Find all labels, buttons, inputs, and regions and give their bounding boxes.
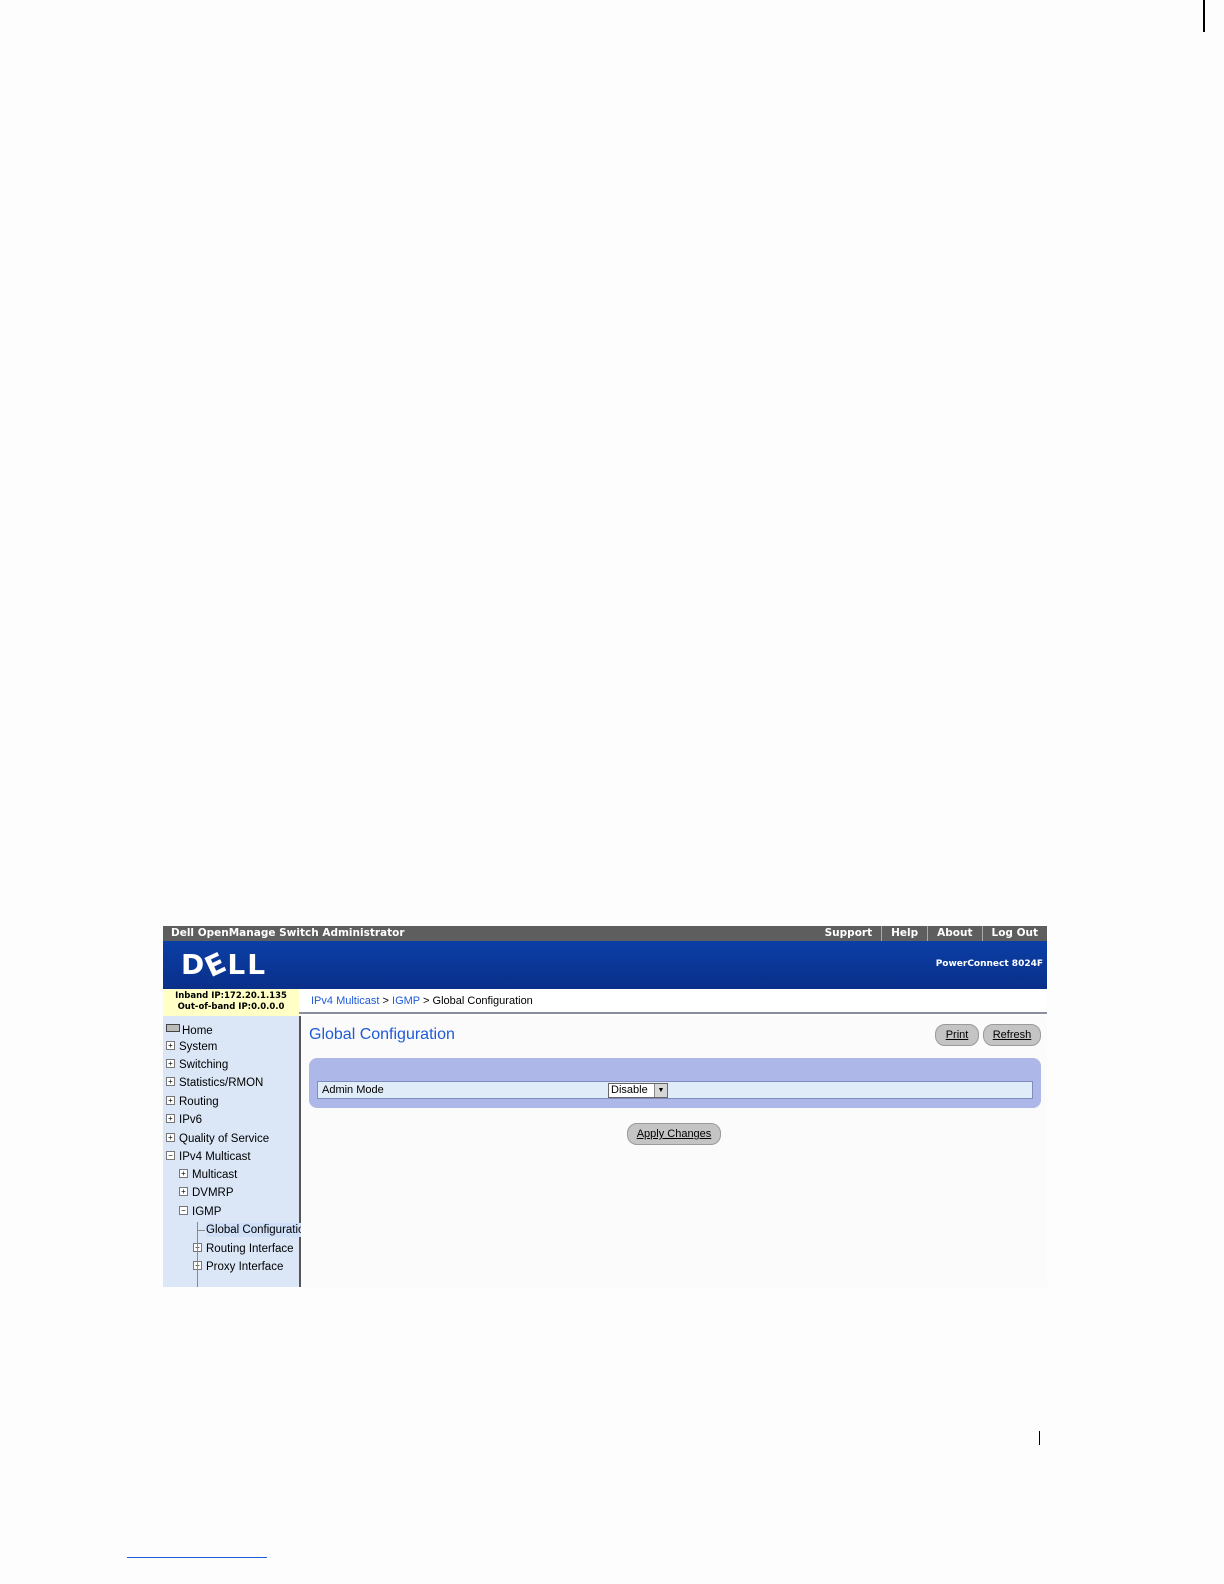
main-content: Global Configuration Print Refresh Admin…: [301, 1016, 1047, 1287]
brand-banner: DELL PowerConnect 8024F: [163, 941, 1047, 989]
breadcrumb-separator: >: [382, 995, 389, 1007]
breadcrumb-ipv4-multicast[interactable]: IPv4 Multicast: [311, 995, 379, 1007]
expand-icon[interactable]: +: [166, 1041, 175, 1050]
expand-icon[interactable]: +: [166, 1059, 175, 1068]
nav-item-statistics[interactable]: + Statistics/RMON: [166, 1076, 263, 1090]
admin-mode-select[interactable]: Disable ▼: [608, 1083, 668, 1098]
dell-logo: DELL: [181, 945, 268, 984]
about-link[interactable]: About: [927, 926, 981, 941]
nav-item-dvmrp[interactable]: + DVMRP: [179, 1186, 234, 1200]
expand-icon[interactable]: +: [166, 1077, 175, 1086]
page-title: Global Configuration: [309, 1026, 455, 1043]
admin-mode-row: Admin Mode Disable ▼: [317, 1081, 1033, 1099]
ip-info: Inband IP:172.20.1.135 Out-of-band IP:0.…: [163, 989, 299, 1016]
app-title: Dell OpenManage Switch Administrator: [171, 927, 405, 939]
support-link[interactable]: Support: [816, 926, 881, 941]
inband-ip: Inband IP:172.20.1.135: [175, 991, 287, 1001]
navigation-tree: Home + System + Switching + Statistics/RMON…: [163, 1016, 311, 1287]
breadcrumb-separator: >: [423, 995, 430, 1007]
nav-item-switching[interactable]: + Switching: [166, 1058, 228, 1072]
nav-item-routing-interface[interactable]: +Routing Interface: [193, 1242, 294, 1256]
title-bar: Dell OpenManage Switch Administrator Sup…: [163, 926, 1047, 941]
breadcrumb-igmp[interactable]: IGMP: [392, 995, 420, 1007]
nav-item-routing[interactable]: + Routing: [166, 1095, 219, 1109]
nav-item-igmp[interactable]: − IGMP: [179, 1205, 221, 1219]
admin-mode-label: Admin Mode: [322, 1084, 384, 1096]
tree-line: [197, 1222, 198, 1287]
apply-changes-button[interactable]: Apply Changes: [627, 1123, 721, 1145]
refresh-button[interactable]: Refresh: [983, 1024, 1041, 1046]
logout-link[interactable]: Log Out: [981, 926, 1048, 941]
page-number-mark: [1039, 1431, 1040, 1445]
nav-item-multicast[interactable]: + Multicast: [179, 1168, 237, 1182]
expand-icon[interactable]: +: [179, 1187, 188, 1196]
collapse-icon[interactable]: −: [179, 1206, 188, 1215]
expand-icon[interactable]: +: [166, 1133, 175, 1142]
settings-panel: Admin Mode Disable ▼: [309, 1058, 1041, 1108]
help-link[interactable]: Help: [881, 926, 927, 941]
expand-icon[interactable]: +: [179, 1169, 188, 1178]
nav-item-proxy-interface[interactable]: +Proxy Interface: [193, 1260, 283, 1274]
admin-mode-value: Disable: [611, 1084, 648, 1096]
nav-item-qos[interactable]: + Quality of Service: [166, 1132, 269, 1146]
header-links: Support Help About Log Out: [816, 926, 1047, 941]
tree-line: [197, 1230, 205, 1231]
collapse-icon[interactable]: −: [166, 1151, 175, 1160]
outofband-ip: Out-of-band IP:0.0.0.0: [177, 1002, 285, 1012]
nav-item-home[interactable]: Home: [166, 1024, 213, 1038]
breadcrumb-current: Global Configuration: [432, 995, 533, 1007]
nav-item-global-configuration[interactable]: Global Configuration: [206, 1223, 311, 1237]
nav-item-ipv6[interactable]: + IPv6: [166, 1113, 202, 1127]
expand-icon[interactable]: +: [166, 1096, 175, 1105]
switch-admin-screenshot: Dell OpenManage Switch Administrator Sup…: [163, 926, 1047, 1287]
product-name: PowerConnect 8024F: [935, 959, 1043, 969]
home-icon: [166, 1024, 180, 1032]
nav-item-ipv4-multicast[interactable]: − IPv4 Multicast: [166, 1150, 251, 1164]
page-edge-mark: [1203, 0, 1205, 32]
dropdown-arrow-icon[interactable]: ▼: [654, 1084, 667, 1097]
print-button[interactable]: Print: [935, 1024, 979, 1046]
nav-item-system[interactable]: + System: [166, 1040, 217, 1054]
breadcrumb: IPv4 Multicast > IGMP > Global Configura…: [299, 989, 1047, 1014]
expand-icon[interactable]: +: [166, 1114, 175, 1123]
footnote-rule: [127, 1557, 267, 1558]
